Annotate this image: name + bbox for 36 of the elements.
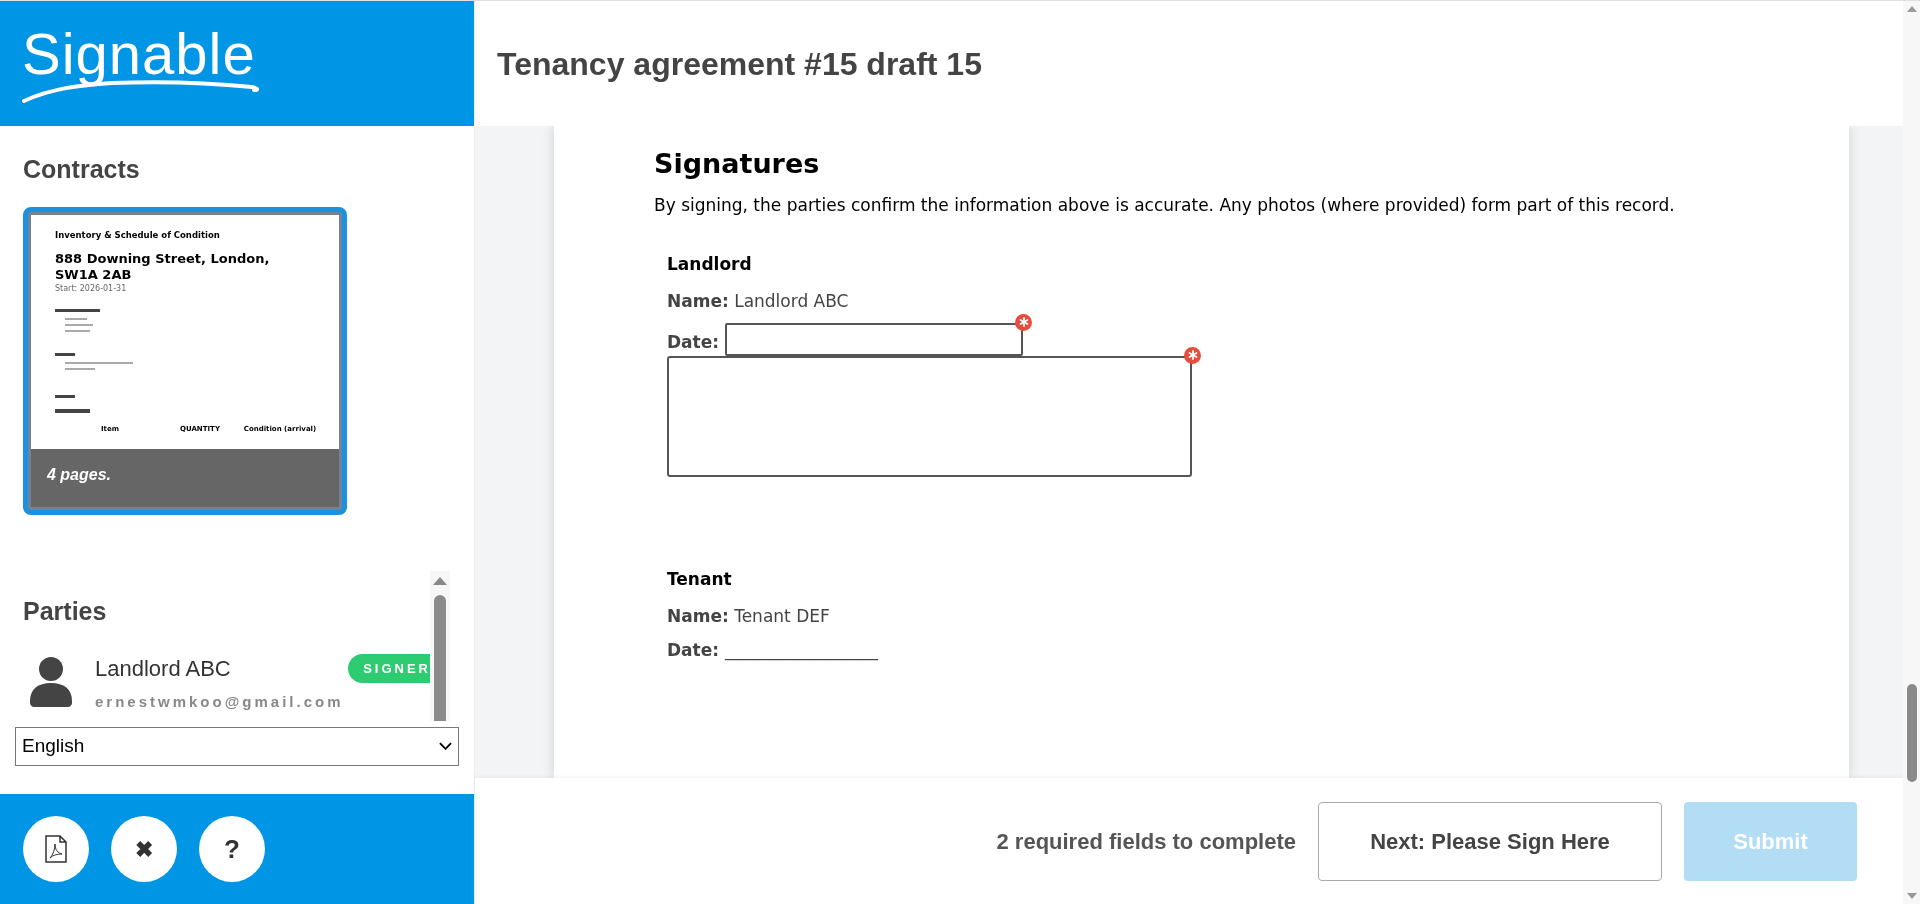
scroll-up-icon[interactable] — [1906, 6, 1917, 12]
status-text: 2 required fields to complete — [996, 827, 1296, 856]
field-label: Date: — [667, 331, 720, 354]
page-count: 4 pages. — [47, 464, 112, 485]
party-role: Landlord — [667, 252, 753, 276]
logo: Signable — [22, 23, 267, 103]
document-text: By signing, the parties confirm the information above is accurate. Any photos (where provided) form part of this record. — [654, 193, 1676, 217]
person-icon — [30, 657, 72, 707]
chevron-down-icon — [439, 742, 452, 750]
field-label: Name: — [667, 291, 729, 311]
close-button[interactable]: ✖ — [111, 816, 177, 882]
signature-field[interactable] — [667, 355, 1192, 477]
language-select[interactable]: English — [15, 726, 459, 766]
parties-heading: Parties — [22, 595, 108, 627]
next-button[interactable]: Next: Please Sign Here — [1318, 801, 1662, 881]
field-label: Date: — [667, 638, 720, 662]
party-name-value: Landlord ABC — [734, 291, 849, 311]
party-name-value: Tenant DEF — [734, 606, 830, 626]
pdf-file-icon — [44, 835, 68, 863]
document-title: Tenancy agreement #15 draft 15 — [497, 44, 982, 84]
party-name: Landlord ABC — [95, 655, 231, 683]
field-label: Name: — [667, 606, 729, 626]
preview-start: Start: 2026-01-31 — [55, 283, 128, 296]
party-role: Tenant — [667, 567, 733, 591]
scrollbar-thumb[interactable] — [1906, 684, 1917, 782]
scroll-up-icon[interactable] — [433, 576, 447, 585]
scrollbar-thumb[interactable] — [434, 594, 446, 721]
preview-address: 888 Downing Street, London, SW1A 2AB — [55, 251, 271, 284]
date-blank-line: __________________ — [725, 638, 879, 663]
section-heading: Signatures — [654, 147, 821, 181]
help-button[interactable]: ? — [199, 816, 265, 882]
contracts-heading: Contracts — [22, 154, 141, 185]
preview-heading: Inventory & Schedule of Condition — [55, 228, 221, 242]
scroll-down-icon[interactable] — [1906, 893, 1917, 899]
date-field[interactable] — [725, 322, 1024, 356]
party-email: ernestwmkoo@gmail.com — [95, 692, 345, 712]
